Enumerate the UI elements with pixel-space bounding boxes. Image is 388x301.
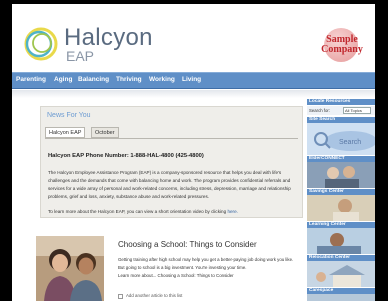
halcyon-logo-icon[interactable] bbox=[23, 26, 59, 62]
nav-item-thriving[interactable]: Thriving bbox=[116, 76, 142, 83]
search-word: Search bbox=[339, 139, 361, 146]
site-search-banner[interactable]: Search bbox=[307, 123, 375, 155]
company-logo-line2: Company bbox=[321, 44, 363, 55]
add-article-label: Add another article to this list bbox=[126, 293, 183, 298]
news-title: News For You bbox=[47, 112, 91, 119]
nav-shadow bbox=[12, 90, 375, 98]
main-nav: Parenting Aging Balancing Thriving Worki… bbox=[12, 72, 375, 89]
topic-select[interactable]: All Topics bbox=[343, 107, 371, 114]
relocation-banner[interactable] bbox=[307, 261, 375, 287]
page: Halcyon EAP Sample Company Parenting Agi… bbox=[12, 4, 375, 301]
students-photo-icon bbox=[36, 236, 104, 301]
video-link[interactable]: here. bbox=[227, 209, 237, 214]
nav-item-balancing[interactable]: Balancing bbox=[78, 76, 109, 83]
sidebar-heading-locate: Locate Resources bbox=[307, 99, 375, 105]
elderconnect-banner[interactable] bbox=[307, 162, 375, 188]
savings-banner[interactable] bbox=[307, 195, 375, 221]
news-more: To learn more about the Halcyon EAP, you… bbox=[48, 209, 298, 214]
article-body: Getting training after high school may h… bbox=[118, 256, 294, 280]
article-link[interactable]: Learn more about... Choosing a School: T… bbox=[118, 273, 234, 278]
phone-number: Halcyon EAP Phone Number: 1-888-HAL-4800… bbox=[48, 153, 204, 159]
brand-subtitle: EAP bbox=[66, 48, 95, 64]
search-row: Search for: All Topics bbox=[307, 106, 375, 115]
tab-october[interactable]: October bbox=[91, 127, 119, 138]
search-for-label: Search for: bbox=[309, 108, 331, 113]
nav-item-parenting[interactable]: Parenting bbox=[16, 76, 46, 83]
news-more-text: To learn more about the Halcyon EAP, you… bbox=[48, 209, 227, 214]
add-article-checkbox[interactable] bbox=[118, 294, 123, 299]
carespace-banner[interactable] bbox=[307, 294, 375, 301]
news-panel: News For You Halcyon EAP October Halcyon… bbox=[40, 106, 303, 218]
nav-item-living[interactable]: Living bbox=[182, 76, 201, 83]
company-logo: Sample Company bbox=[316, 28, 364, 64]
article-text: Getting training after high school may h… bbox=[118, 257, 294, 270]
news-body: The Halcyon Employee Assistance Program … bbox=[48, 170, 291, 199]
right-sidebar: Locate Resources Search for: All Topics … bbox=[307, 99, 375, 301]
nav-item-aging[interactable]: Aging bbox=[54, 76, 72, 83]
nav-item-working[interactable]: Working bbox=[149, 76, 175, 83]
tab-halcyon-eap[interactable]: Halcyon EAP bbox=[45, 127, 86, 138]
learning-banner[interactable] bbox=[307, 228, 375, 254]
tab-divider bbox=[45, 138, 298, 139]
site-header: Halcyon EAP Sample Company bbox=[12, 4, 375, 70]
article-title[interactable]: Choosing a School: Things to Consider bbox=[118, 240, 257, 249]
article-photo[interactable] bbox=[36, 236, 104, 301]
